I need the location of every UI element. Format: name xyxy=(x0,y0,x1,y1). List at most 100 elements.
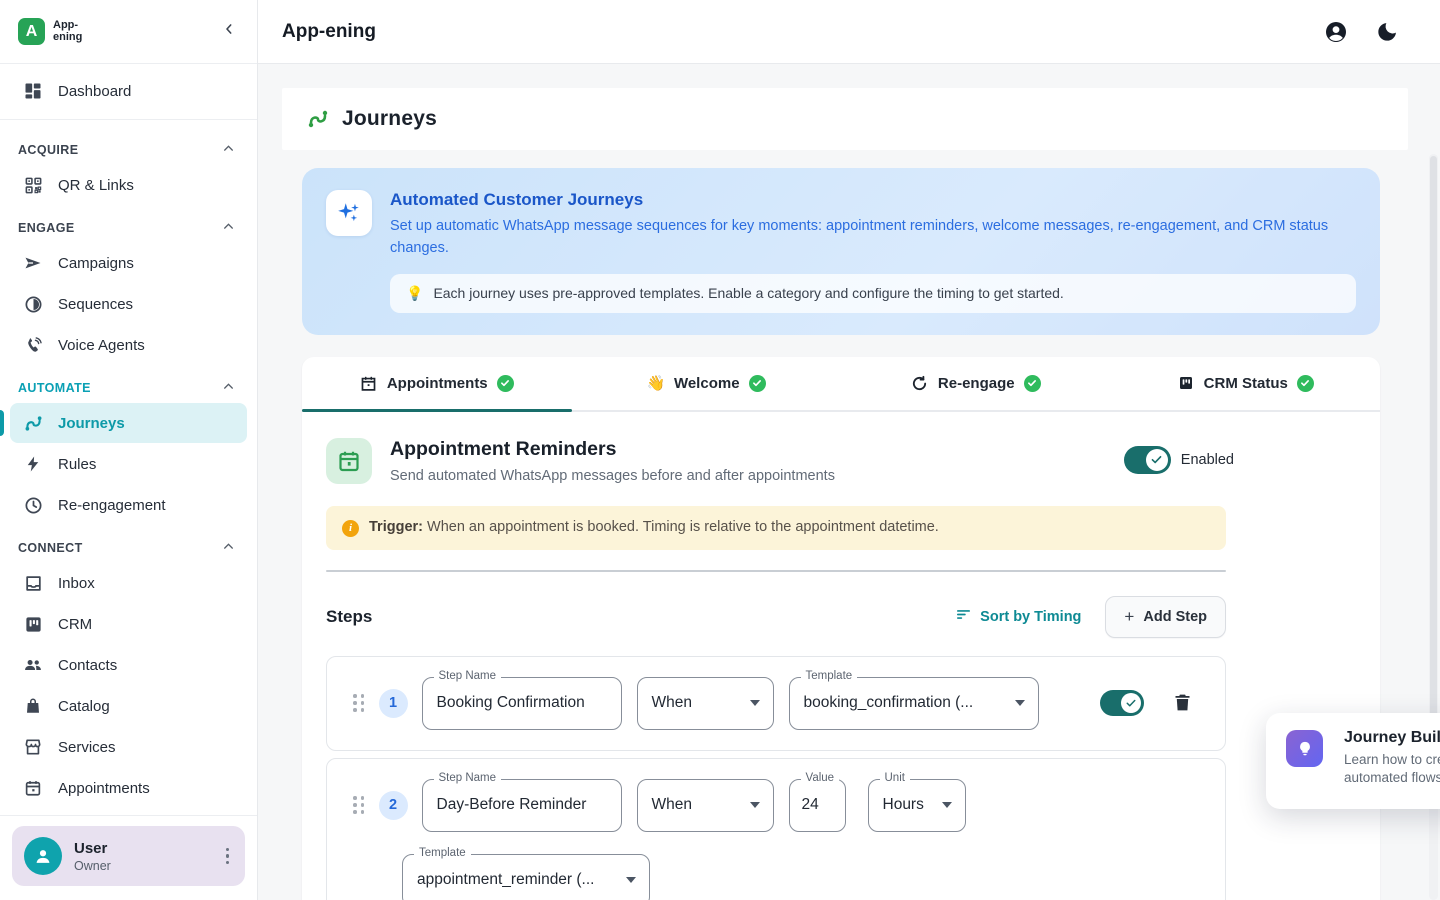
drag-handle-icon[interactable] xyxy=(353,694,365,712)
chevron-down-icon xyxy=(750,802,760,808)
toggle-label: Enabled xyxy=(1181,452,1234,468)
user-avatar xyxy=(24,837,62,875)
step-name-field: Step Name xyxy=(422,779,622,832)
step-name-input[interactable] xyxy=(423,694,621,712)
sidebar-section-connect[interactable]: CONNECT xyxy=(10,526,247,562)
field-label: Step Name xyxy=(434,772,502,784)
sidebar-section-engage[interactable]: ENGAGE xyxy=(10,206,247,242)
sidebar-section-acquire[interactable]: ACQUIRE xyxy=(10,128,247,164)
sidebar-collapse-icon[interactable] xyxy=(217,17,241,46)
value-field: Value xyxy=(789,779,846,832)
toggle-knob xyxy=(1121,693,1141,713)
user-meta: User Owner xyxy=(74,840,208,873)
tab-appointments[interactable]: Appointments xyxy=(302,357,572,410)
check-badge-icon xyxy=(497,375,514,392)
journey-builder-toast: Journey Builder Learn how to create auto… xyxy=(1266,713,1440,809)
step-row: 1 Step Name When Template b xyxy=(326,656,1226,751)
clock-icon xyxy=(22,494,44,516)
dashboard-icon xyxy=(22,80,44,102)
user-menu-icon[interactable] xyxy=(220,842,236,871)
check-badge-icon xyxy=(1024,375,1041,392)
sidebar-item-qr-links[interactable]: QR & Links xyxy=(10,165,247,205)
plus-icon: + xyxy=(1124,607,1134,627)
scrollbar-thumb[interactable] xyxy=(1430,156,1437,796)
dark-mode-moon-icon[interactable] xyxy=(1376,20,1400,44)
divider xyxy=(326,570,1226,572)
sidebar-item-inbox[interactable]: Inbox xyxy=(10,563,247,603)
app-logo: A App- ening xyxy=(18,18,82,45)
sidebar-item-label: Dashboard xyxy=(58,83,131,100)
calendar-icon xyxy=(360,374,378,392)
step-name-input[interactable] xyxy=(423,796,621,814)
field-label: Value xyxy=(801,772,840,784)
drag-handle-icon[interactable] xyxy=(353,796,365,814)
inbox-icon xyxy=(22,572,44,594)
page-title: Journeys xyxy=(342,107,437,131)
sidebar-item-dashboard[interactable]: Dashboard xyxy=(10,71,247,111)
step-enabled-toggle[interactable] xyxy=(1100,690,1144,716)
toggle-knob xyxy=(1146,449,1168,471)
account-icon[interactable] xyxy=(1324,20,1348,44)
sidebar-item-contacts[interactable]: Contacts xyxy=(10,645,247,685)
check-badge-icon xyxy=(1297,375,1314,392)
shopping-bag-icon xyxy=(22,695,44,717)
template-select[interactable]: Template appointment_reminder (... xyxy=(402,854,650,900)
waving-hand-icon: 👋 xyxy=(647,374,665,392)
sidebar-item-rules[interactable]: Rules xyxy=(10,444,247,484)
banner-description: Set up automatic WhatsApp message sequen… xyxy=(390,216,1356,260)
sidebar-item-services[interactable]: Services xyxy=(10,727,247,767)
sidebar-item-label: Campaigns xyxy=(58,255,134,272)
banner-title: Automated Customer Journeys xyxy=(390,190,1356,210)
sidebar-item-appointments[interactable]: Appointments xyxy=(10,768,247,808)
when-select[interactable]: When xyxy=(637,779,774,832)
template-select[interactable]: Template booking_confirmation (... xyxy=(789,677,1039,730)
add-step-button[interactable]: + Add Step xyxy=(1105,596,1226,638)
delete-step-icon[interactable] xyxy=(1172,692,1194,714)
sequence-icon xyxy=(22,293,44,315)
sidebar-item-label: QR & Links xyxy=(58,177,134,194)
sidebar-item-label: Inbox xyxy=(58,575,95,592)
when-select[interactable]: When xyxy=(637,677,774,730)
chevron-up-icon xyxy=(222,540,235,556)
lightbulb-emoji-icon: 💡 xyxy=(406,285,423,302)
chevron-down-icon xyxy=(942,802,952,808)
sidebar-item-label: Services xyxy=(58,739,116,756)
sidebar-item-crm[interactable]: CRM xyxy=(10,604,247,644)
sidebar-section-automate[interactable]: AUTOMATE xyxy=(10,366,247,402)
unit-select[interactable]: Unit Hours xyxy=(868,779,966,832)
sidebar-item-catalog[interactable]: Catalog xyxy=(10,686,247,726)
tab-re-engage[interactable]: Re-engage xyxy=(841,357,1111,410)
sidebar-item-label: Sequences xyxy=(58,296,133,313)
step-name-field: Step Name xyxy=(422,677,622,730)
user-name: User xyxy=(74,840,208,857)
sidebar-item-label: Rules xyxy=(58,456,96,473)
step-number-badge: 1 xyxy=(379,689,408,718)
journeys-page-icon xyxy=(306,107,330,131)
lightning-icon xyxy=(22,453,44,475)
category-title: Appointment Reminders xyxy=(390,438,835,461)
sidebar-item-re-engagement[interactable]: Re-engagement xyxy=(10,485,247,525)
tab-welcome[interactable]: 👋 Welcome xyxy=(572,357,842,410)
qr-code-icon xyxy=(22,174,44,196)
sort-icon xyxy=(955,606,972,627)
sidebar-item-label: Catalog xyxy=(58,698,110,715)
sidebar: A App- ening Dashboard ACQUIRE xyxy=(0,0,258,900)
sidebar-item-voice-agents[interactable]: Voice Agents xyxy=(10,325,247,365)
value-input[interactable] xyxy=(790,796,845,814)
people-icon xyxy=(22,654,44,676)
logo-icon: A xyxy=(18,18,45,45)
chevron-down-icon xyxy=(626,877,636,883)
info-icon: i xyxy=(342,520,359,537)
toast-title: Journey Builder xyxy=(1344,729,1440,747)
app-window: A App- ening Dashboard ACQUIRE xyxy=(0,0,1440,900)
sidebar-item-label: Appointments xyxy=(58,780,150,797)
tab-bar: Appointments 👋 Welcome Re-engage xyxy=(302,357,1380,412)
check-badge-icon xyxy=(749,375,766,392)
user-card[interactable]: User Owner xyxy=(12,826,245,886)
sort-by-timing-button[interactable]: Sort by Timing xyxy=(955,606,1081,627)
sidebar-item-sequences[interactable]: Sequences xyxy=(10,284,247,324)
sidebar-item-campaigns[interactable]: Campaigns xyxy=(10,243,247,283)
sidebar-item-journeys[interactable]: Journeys xyxy=(10,403,247,443)
tab-crm-status[interactable]: CRM Status xyxy=(1111,357,1381,410)
enabled-toggle[interactable] xyxy=(1124,446,1171,474)
